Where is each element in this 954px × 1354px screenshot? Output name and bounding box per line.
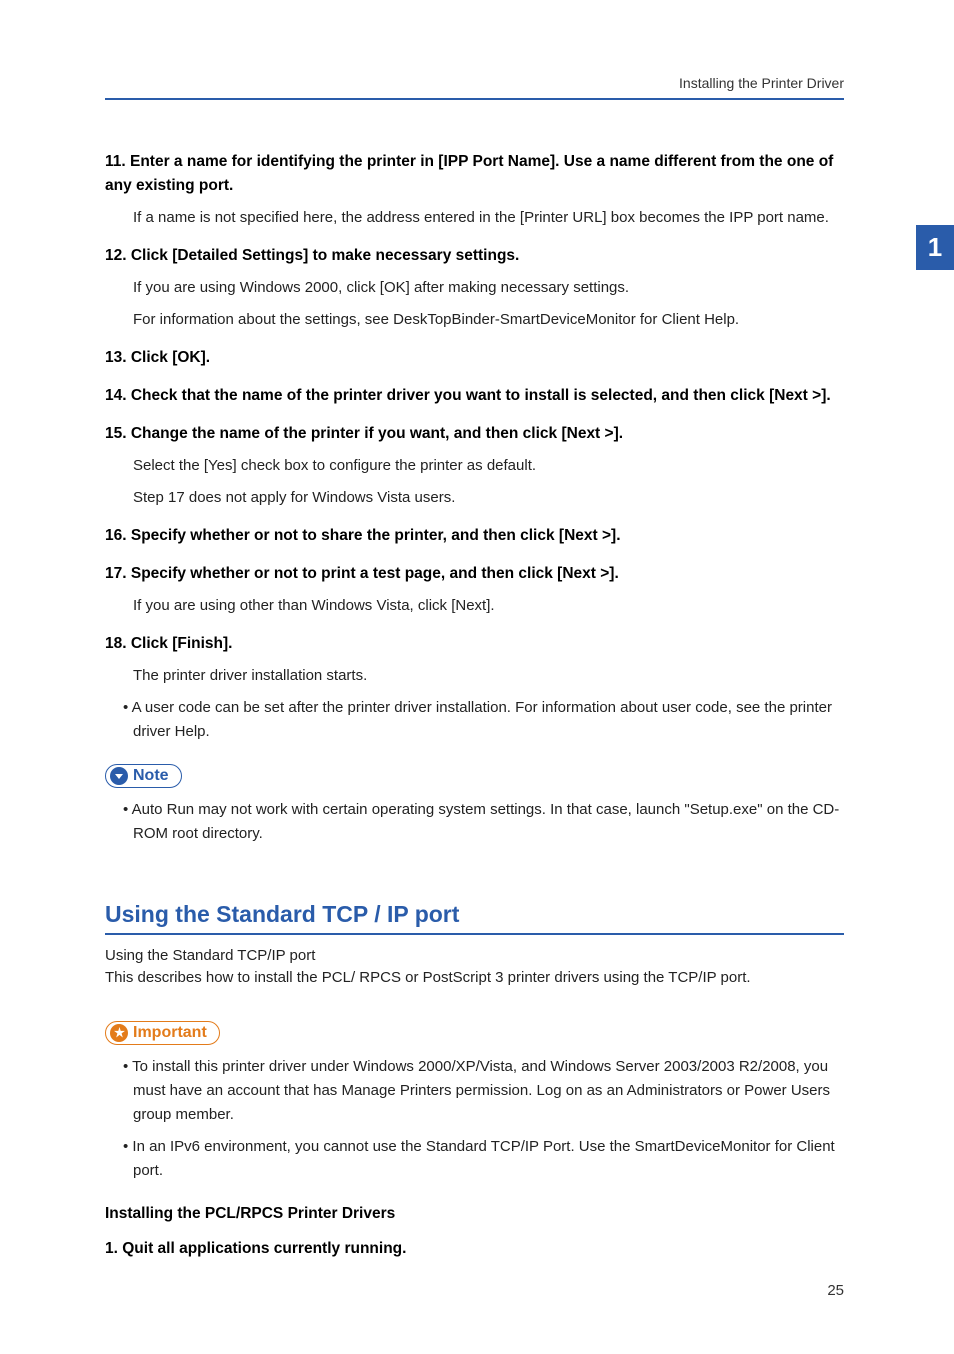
step-11-body: If a name is not specified here, the add…: [133, 206, 844, 230]
usercode-bullet: • A user code can be set after the print…: [123, 696, 844, 744]
step-1-new: 1. Quit all applications currently runni…: [105, 1237, 844, 1261]
note-callout: Note: [105, 764, 182, 788]
step-14: 14. Check that the name of the printer d…: [105, 384, 844, 408]
star-icon: [110, 1024, 128, 1042]
step-11: 11. Enter a name for identifying the pri…: [105, 150, 844, 198]
step-17: 17. Specify whether or not to print a te…: [105, 562, 844, 586]
step-12-body1: If you are using Windows 2000, click [OK…: [133, 276, 844, 300]
important-callout: Important: [105, 1021, 220, 1045]
header-title: Installing the Printer Driver: [679, 75, 844, 91]
step-12: 12. Click [Detailed Settings] to make ne…: [105, 244, 844, 268]
note-bullet: • Auto Run may not work with certain ope…: [123, 798, 844, 846]
note-label: Note: [133, 767, 169, 785]
step-13: 13. Click [OK].: [105, 346, 844, 370]
step-15: 15. Change the name of the printer if yo…: [105, 422, 844, 446]
important-label: Important: [133, 1024, 207, 1042]
step-18: 18. Click [Finish].: [105, 632, 844, 656]
down-arrow-icon: [110, 767, 128, 785]
important-bullet2: • In an IPv6 environment, you cannot use…: [123, 1135, 844, 1183]
important-bullet1: • To install this printer driver under W…: [123, 1055, 844, 1127]
step-12-body2: For information about the settings, see …: [133, 308, 844, 332]
chapter-tab: 1: [916, 225, 954, 270]
step-16: 16. Specify whether or not to share the …: [105, 524, 844, 548]
step-15-body2: Step 17 does not apply for Windows Vista…: [133, 486, 844, 510]
sub-heading: Installing the PCL/RPCS Printer Drivers: [105, 1205, 844, 1223]
step-18-body: The printer driver installation starts.: [133, 664, 844, 688]
step-15-body1: Select the [Yes] check box to configure …: [133, 454, 844, 478]
section-heading: Using the Standard TCP / IP port: [105, 901, 844, 935]
page-number: 25: [827, 1282, 844, 1299]
section-line2: This describes how to install the PCL/ R…: [105, 967, 844, 989]
step-17-body: If you are using other than Windows Vist…: [133, 594, 844, 618]
header-divider: [105, 98, 844, 100]
section-line1: Using the Standard TCP/IP port: [105, 945, 844, 967]
main-content: 11. Enter a name for identifying the pri…: [105, 150, 844, 1261]
